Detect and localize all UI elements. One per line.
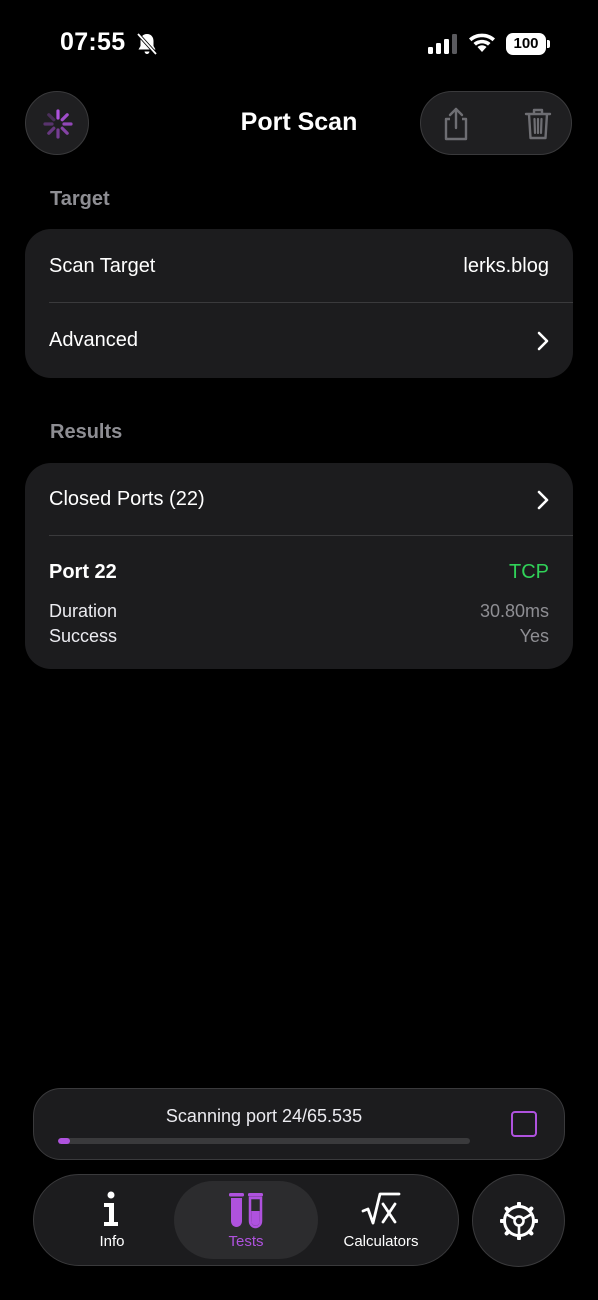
duration-label: Duration [49, 601, 118, 621]
success-value: Yes [519, 626, 549, 646]
trash-icon[interactable] [521, 106, 555, 142]
closed-ports-label: Closed Ports (22) [49, 488, 205, 510]
tab-tests-label: Tests [228, 1233, 264, 1250]
scan-target-row[interactable]: Scan Target lerks.blog [49, 255, 549, 281]
square-root-icon [361, 1192, 401, 1225]
status-time: 07:55 [60, 28, 126, 56]
settings-button[interactable] [472, 1174, 565, 1267]
advanced-row[interactable]: Advanced [49, 329, 549, 355]
port-result-item: Port 22 TCP Duration 30.80ms Success Yes [49, 561, 549, 657]
chevron-right-icon [537, 331, 549, 351]
wifi-icon [469, 33, 495, 52]
port-title: Port 22 [49, 561, 117, 583]
scan-progress-panel: Scanning port 24/65.535 [33, 1088, 565, 1160]
share-icon[interactable] [439, 106, 473, 142]
status-bar: 07:55 100 [0, 0, 598, 90]
scan-progress-text: Scanning port 24/65.535 [165, 1106, 363, 1126]
nav-action-group [420, 91, 572, 155]
tab-info[interactable]: Info [54, 1175, 170, 1265]
tab-bar: Info Tests Calculators [33, 1174, 459, 1266]
bell-slash-icon [136, 32, 158, 56]
scan-progress-bar [58, 1138, 470, 1144]
tab-calculators[interactable]: Calculators [322, 1175, 440, 1265]
target-card: Scan Target lerks.blog Advanced [25, 229, 573, 378]
divider [49, 302, 573, 303]
gear-icon [500, 1202, 538, 1240]
success-label: Success [49, 626, 118, 646]
divider [49, 535, 573, 536]
duration-value: 30.80ms [479, 601, 549, 621]
battery-icon: 100 [506, 33, 546, 55]
battery-tip [547, 40, 550, 48]
stop-scan-button[interactable] [511, 1111, 537, 1137]
advanced-label: Advanced [49, 329, 138, 351]
tab-calculators-label: Calculators [343, 1233, 419, 1250]
results-section-header: Results [50, 421, 123, 443]
chevron-right-icon [537, 490, 549, 510]
tab-info-label: Info [99, 1233, 125, 1250]
info-icon [104, 1191, 118, 1226]
results-card: Closed Ports (22) Port 22 TCP Duration 3… [25, 463, 573, 669]
target-section-header: Target [50, 188, 110, 210]
signal-icon [428, 34, 457, 54]
test-tubes-icon [229, 1193, 263, 1229]
protocol-badge: TCP [509, 561, 549, 583]
scan-target-value[interactable]: lerks.blog [463, 255, 549, 278]
nav-bar: Port Scan [0, 90, 598, 160]
tab-tests[interactable]: Tests [174, 1175, 318, 1265]
closed-ports-row[interactable]: Closed Ports (22) [49, 488, 549, 514]
scan-progress-fill [58, 1138, 71, 1144]
scan-target-label: Scan Target [49, 255, 156, 277]
